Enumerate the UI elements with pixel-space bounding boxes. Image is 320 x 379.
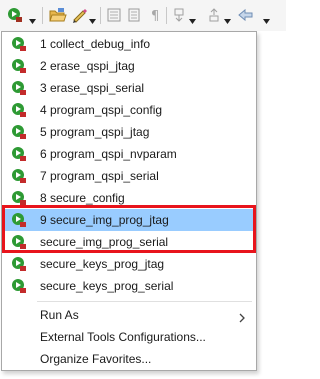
run-dropdown-arrow-icon[interactable] [29,12,36,24]
menu-item-label: 6 program_qspi_nvparam [40,147,177,161]
run-external-tool-icon[interactable] [5,6,25,24]
run-launch-config-icon [11,190,27,206]
pen-icon[interactable] [70,6,90,24]
back-dropdown-arrow-icon[interactable] [263,12,270,24]
run-launch-config-icon [11,146,27,162]
menu-item-favorite[interactable]: 7 program_qspi_serial [3,165,255,187]
menu-item-label: 8 secure_config [40,191,125,205]
run-launch-config-icon [11,234,27,250]
menu-item-favorite[interactable]: 8 secure_config [3,187,255,209]
submenu-arrow-icon [239,310,245,323]
back-icon[interactable] [236,6,256,24]
menu-item-favorite[interactable]: secure_keys_prog_serial [3,275,255,297]
svg-text:¶: ¶ [151,9,159,23]
toolbar-separator [42,7,43,24]
run-launch-config-icon [11,124,27,140]
menu-item-label: secure_keys_prog_serial [40,279,174,293]
menu-item-favorite[interactable]: 6 program_qspi_nvparam [3,143,255,165]
previous-annotation-dropdown-icon[interactable] [224,12,231,24]
run-launch-config-icon [11,102,27,118]
menu-item-label: secure_keys_prog_jtag [40,257,165,271]
run-launch-config-icon [11,256,27,272]
toolbar-separator [166,7,167,24]
menu-item-label: 2 erase_qspi_jtag [40,59,135,73]
menu-item-favorite[interactable]: 4 program_qspi_config [3,99,255,121]
menu-item-label: 5 program_qspi_jtag [40,125,150,139]
menu-item-label: 4 program_qspi_config [40,103,163,117]
menu-item-label: External Tools Configurations... [40,330,206,344]
run-launch-config-icon [11,212,27,228]
menu-item-favorite[interactable]: secure_img_prog_serial [3,231,255,253]
toolbar: ¶ [0,0,286,31]
menu-item-label: 9 secure_img_prog_jtag [40,213,169,227]
next-annotation-icon[interactable] [170,6,190,24]
menu-item-organize-favorites[interactable]: Organize Favorites... [3,348,255,370]
menu-item-label: secure_img_prog_serial [40,235,169,249]
menu-item-external-tools-configurations[interactable]: External Tools Configurations... [3,326,255,348]
menu-item-label: Organize Favorites... [40,352,152,366]
menu-item-label: 3 erase_qspi_serial [40,81,145,95]
run-launch-config-icon [11,168,27,184]
run-launch-config-icon [11,80,27,96]
menu-item-favorite-selected[interactable]: 9 secure_img_prog_jtag [3,209,255,231]
paragraph-icon[interactable]: ¶ [146,6,166,24]
toolbar-separator [100,7,101,24]
menu-item-run-as[interactable]: Run As [3,304,255,326]
next-annotation-dropdown-icon[interactable] [189,12,196,24]
pen-dropdown-arrow-icon[interactable] [89,12,96,24]
run-launch-config-icon [11,278,27,294]
menu-item-favorite[interactable]: secure_keys_prog_jtag [3,253,255,275]
toggle-mark-icon[interactable] [104,6,124,24]
menu-separator [37,301,252,302]
list-icon[interactable] [124,6,144,24]
menu-item-label: 7 program_qspi_serial [40,169,159,183]
menu-item-favorite[interactable]: 2 erase_qspi_jtag [3,55,255,77]
run-favorites-menu: 1 collect_debug_info 2 erase_qspi_jtag 3… [1,31,257,371]
run-launch-config-icon [11,58,27,74]
previous-annotation-icon[interactable] [205,6,225,24]
menu-item-favorite[interactable]: 3 erase_qspi_serial [3,77,255,99]
menu-item-label: 1 collect_debug_info [40,37,151,51]
run-launch-config-icon [11,36,27,52]
menu-item-label: Run As [40,308,79,322]
menu-item-favorite[interactable]: 5 program_qspi_jtag [3,121,255,143]
open-folder-icon[interactable] [48,6,68,24]
menu-item-favorite[interactable]: 1 collect_debug_info [3,33,255,55]
